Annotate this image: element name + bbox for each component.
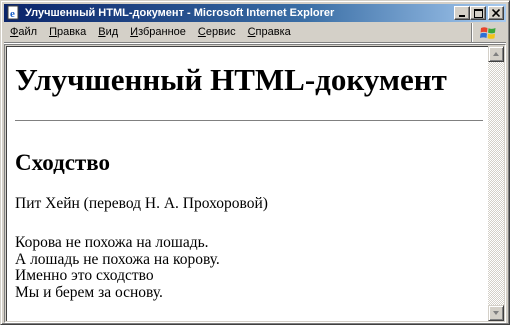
document-view[interactable]: Улучшенный HTML-документ Сходство Пит Хе… <box>6 46 488 321</box>
arrow-up-icon <box>493 52 499 56</box>
windows-logo-icon <box>480 26 496 39</box>
menu-edit-accel: П <box>49 26 57 38</box>
section-heading: Сходство <box>15 150 110 175</box>
browser-window: e Улучшенный HTML-документ - Microsoft I… <box>0 0 510 325</box>
menu-file-label: айл <box>18 26 38 38</box>
menu-favorites-accel: И <box>130 26 139 38</box>
menu-tools-label: ервис <box>205 26 236 38</box>
menu-help-label: правка <box>255 26 291 38</box>
maximize-icon <box>473 8 483 18</box>
menu-edit-label: равка <box>56 26 87 38</box>
menu-edit[interactable]: Правка <box>43 24 92 41</box>
author-line: Пит Хейн (перевод Н. А. Прохоровой) <box>15 195 268 212</box>
title-bar[interactable]: e Улучшенный HTML-документ - Microsoft I… <box>4 4 506 22</box>
throbber <box>471 23 506 42</box>
content-frame: Улучшенный HTML-документ Сходство Пит Хе… <box>4 44 506 323</box>
close-button[interactable] <box>488 6 504 20</box>
window-title: Улучшенный HTML-документ - Microsoft Int… <box>25 7 335 19</box>
close-icon <box>492 9 500 17</box>
minimize-button[interactable] <box>454 6 470 20</box>
menu-favorites-label: збранное <box>138 26 186 38</box>
menu-view-label: ид <box>105 26 119 38</box>
menu-favorites[interactable]: Избранное <box>124 24 192 41</box>
menu-help-accel: С <box>247 26 256 38</box>
maximize-button[interactable] <box>470 6 486 20</box>
poem-line: А лошадь не похожа на корову. <box>15 250 220 268</box>
minimize-icon <box>459 15 465 17</box>
poem: Корова не похожа на лошадь. А лошадь не … <box>15 234 220 301</box>
menu-file[interactable]: Файл <box>4 24 43 41</box>
arrow-down-icon <box>493 311 499 315</box>
menu-help[interactable]: Справка <box>242 24 297 41</box>
menu-tools-accel: С <box>197 26 206 38</box>
horizontal-rule <box>15 120 483 122</box>
menu-bar: Файл Правка Вид Избранное Сервис Справка <box>4 23 506 43</box>
poem-line: Корова не похожа на лошадь. <box>15 234 209 251</box>
menu-view[interactable]: Вид <box>92 24 124 41</box>
menu-tools[interactable]: Сервис <box>192 24 242 41</box>
vertical-scrollbar[interactable] <box>488 46 504 321</box>
scroll-down-button[interactable] <box>488 305 504 321</box>
poem-line: Именно это сходство <box>15 267 154 284</box>
scroll-up-button[interactable] <box>488 46 504 62</box>
page-heading: Улучшенный HTML-документ <box>15 62 447 97</box>
ie-page-icon[interactable]: e <box>6 5 22 21</box>
menu-view-accel: В <box>98 26 106 38</box>
svg-text:e: e <box>10 8 15 20</box>
title-buttons <box>454 6 504 20</box>
poem-line: Мы и берем за основу. <box>15 283 163 301</box>
